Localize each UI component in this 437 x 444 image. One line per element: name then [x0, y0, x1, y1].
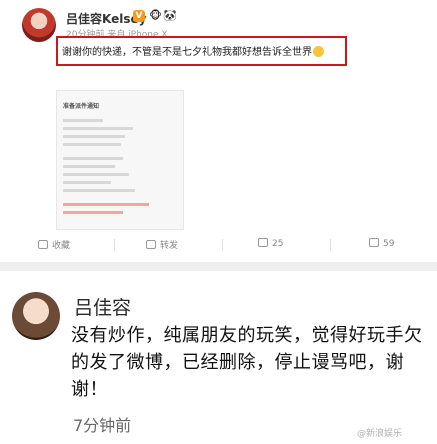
- comment-button[interactable]: 25: [258, 238, 283, 249]
- monkey-emoji-icon: 🐵: [149, 9, 162, 22]
- avatar[interactable]: [22, 8, 56, 42]
- thumbs-up-icon: [369, 238, 379, 247]
- repost-icon: [146, 240, 156, 249]
- image-text-line: [63, 165, 115, 168]
- comment-text: 没有炒作，纯属朋友的玩笑，觉得好玩手欠的发了微博，已经删除，停止谩骂吧，谢谢！: [71, 325, 423, 400]
- image-red-line: [63, 203, 149, 206]
- post-image-title: 准备派件通知: [63, 103, 100, 110]
- collect-button[interactable]: 收藏: [38, 238, 70, 251]
- image-text-line: [63, 189, 135, 192]
- divider: [222, 239, 223, 251]
- image-text-line: [63, 127, 133, 130]
- post-text: 谢谢你的快递，不管是不是七夕礼物我都好想告诉全世界: [62, 43, 324, 58]
- image-red-line: [63, 211, 123, 214]
- like-button[interactable]: 59: [369, 238, 394, 249]
- divider: [114, 239, 115, 251]
- avatar[interactable]: [12, 292, 60, 340]
- watermark: @新浪娱乐: [357, 429, 403, 439]
- post-action-bar: 收藏 转发 25 59: [0, 234, 437, 258]
- image-text-line: [63, 135, 125, 138]
- comment-time: 7分钟前: [73, 416, 132, 435]
- smile-emoji-icon: [313, 46, 324, 57]
- image-text-line: [63, 173, 129, 176]
- post-image[interactable]: 准备派件通知: [56, 90, 184, 230]
- divider: [330, 239, 331, 251]
- comment-author-name[interactable]: 吕佳容: [74, 293, 131, 320]
- verified-badge: V: [133, 10, 145, 22]
- panda-emoji-icon: 🐼: [163, 9, 177, 22]
- image-text-line: [63, 157, 123, 160]
- image-text-line: [63, 119, 103, 122]
- repost-button[interactable]: 转发: [146, 238, 178, 251]
- image-text-line: [63, 181, 111, 184]
- weibo-post: 吕佳容Kelsey V 🐵 🐼 20分钟前 来自 iPhone X 谢谢你的快递…: [0, 0, 437, 262]
- star-icon: [38, 240, 48, 249]
- comment-icon: [258, 238, 268, 247]
- image-text-line: [63, 143, 121, 146]
- section-divider: [0, 262, 437, 271]
